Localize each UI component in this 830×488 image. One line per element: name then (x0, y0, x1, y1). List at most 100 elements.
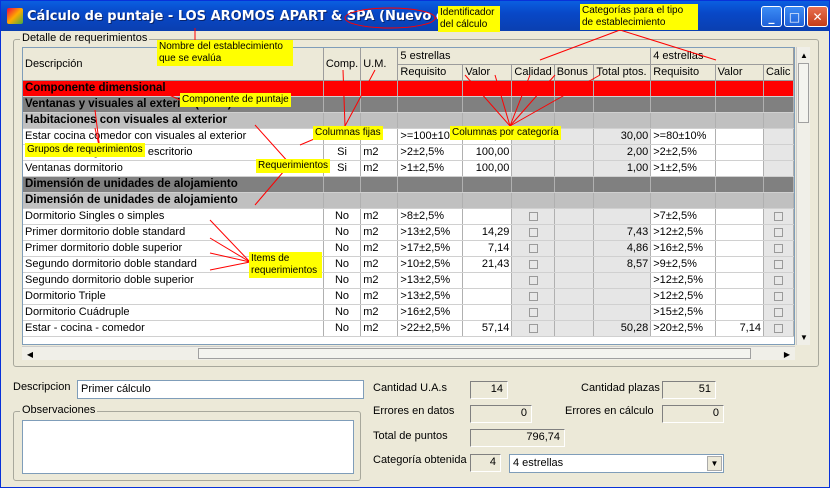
row-valor-2[interactable]: 7,14 (715, 320, 764, 337)
table-row[interactable]: Estar - cocina - comedor No m2 >22±2,5% 57,1… (23, 320, 794, 337)
scroll-up-icon[interactable]: ▲ (798, 49, 810, 61)
horizontal-scroll-thumb[interactable] (198, 348, 751, 359)
row-valor[interactable] (462, 304, 513, 321)
row-valor-2[interactable] (715, 240, 764, 257)
vertical-scrollbar[interactable]: ▲ ▼ (796, 47, 810, 345)
col-requisito[interactable]: Requisito (397, 64, 464, 81)
row-valor[interactable] (462, 208, 513, 225)
maximize-button[interactable]: □ (784, 6, 805, 27)
col-valor[interactable]: Valor (462, 64, 513, 81)
row-calidad-2[interactable] (763, 288, 794, 305)
row-calidad-2[interactable] (763, 128, 794, 145)
row-valor-2[interactable] (715, 272, 764, 289)
calidad-checkbox[interactable] (528, 323, 538, 333)
row-calidad[interactable] (511, 144, 555, 161)
row-valor-2[interactable] (715, 208, 764, 225)
col-total[interactable]: Total ptos. (593, 64, 652, 81)
row-calidad-2[interactable] (763, 144, 794, 161)
row-calidad[interactable] (511, 272, 555, 289)
col-category-5[interactable]: 5 estrellas (397, 48, 652, 65)
row-calidad-2[interactable] (763, 304, 794, 321)
calidad-checkbox[interactable] (528, 211, 538, 221)
requirements-grid[interactable]: Descripción Comp. U.M. 5 estrellas 4 est… (22, 47, 795, 345)
group-row[interactable]: Habitaciones con visuales al exterior (23, 112, 794, 129)
calidad-checkbox[interactable] (773, 323, 783, 333)
row-calidad-2[interactable] (763, 160, 794, 177)
calidad-checkbox[interactable] (528, 307, 538, 317)
col-comp[interactable]: Comp. (323, 48, 362, 81)
minimize-button[interactable]: _ (761, 6, 782, 27)
row-valor-2[interactable] (715, 128, 764, 145)
row-valor-2[interactable] (715, 288, 764, 305)
calidad-checkbox[interactable] (773, 243, 783, 253)
col-valor-2[interactable]: Valor (715, 64, 764, 81)
table-row[interactable]: Dormitorio Singles o simples No m2 >8±2,5% >… (23, 208, 794, 225)
row-valor-2[interactable] (715, 160, 764, 177)
group-row[interactable]: Dimensión de unidades de alojamiento (23, 192, 794, 209)
row-valor-2[interactable] (715, 224, 764, 241)
col-calidad[interactable]: Calidad (511, 64, 555, 81)
row-valor[interactable] (462, 288, 513, 305)
chevron-down-icon[interactable]: ▼ (707, 456, 722, 471)
table-row[interactable]: Segundo dormitorio doble superior No m2 >13… (23, 272, 794, 289)
calidad-checkbox[interactable] (528, 275, 538, 285)
calidad-checkbox[interactable] (773, 307, 783, 317)
row-calidad-2[interactable] (763, 240, 794, 257)
table-row[interactable]: Estar cocina comedor con visuales al ext… (23, 128, 794, 145)
col-requisito-2[interactable]: Requisito (650, 64, 716, 81)
descripcion-input[interactable]: Primer cálculo (77, 380, 364, 399)
calidad-checkbox[interactable] (773, 211, 783, 221)
row-valor[interactable]: 100,00 (462, 144, 513, 161)
component-row[interactable]: Componente dimensional (23, 80, 794, 97)
table-row[interactable]: Primer dormitorio doble superior No m2 >17±… (23, 240, 794, 257)
group-row[interactable]: Dimensión de unidades de alojamiento (23, 176, 794, 193)
row-calidad-2[interactable] (763, 272, 794, 289)
title-bar[interactable]: Cálculo de puntaje - LOS AROMOS APART & … (1, 1, 829, 31)
row-calidad[interactable] (511, 224, 555, 241)
calidad-checkbox[interactable] (773, 259, 783, 269)
calidad-checkbox[interactable] (528, 259, 538, 269)
table-row[interactable]: Dormitorio Triple No m2 >13±2,5% >12±2,5% (23, 288, 794, 305)
row-calidad-2[interactable] (763, 224, 794, 241)
categoria-select[interactable]: 4 estrellas ▼ (509, 454, 724, 473)
row-calidad[interactable] (511, 320, 555, 337)
row-valor[interactable] (462, 272, 513, 289)
calidad-checkbox[interactable] (773, 291, 783, 301)
table-row[interactable]: Dormitorio Cuádruple No m2 >16±2,5% >15±2,5% (23, 304, 794, 321)
row-calidad[interactable] (511, 208, 555, 225)
table-row[interactable]: Segundo dormitorio doble standard No m2 >10… (23, 256, 794, 273)
row-calidad[interactable] (511, 160, 555, 177)
row-valor-2[interactable] (715, 144, 764, 161)
scroll-left-icon[interactable]: ◀ (24, 348, 36, 360)
group-row[interactable]: Ventanas y visuales al exterior (art 5°) (23, 96, 794, 113)
calidad-checkbox[interactable] (773, 227, 783, 237)
row-valor[interactable]: 100,00 (462, 160, 513, 177)
observaciones-textarea[interactable] (22, 420, 354, 474)
row-valor[interactable]: 14,29 (462, 224, 513, 241)
row-calidad[interactable] (511, 240, 555, 257)
scroll-down-icon[interactable]: ▼ (798, 331, 810, 343)
calidad-checkbox[interactable] (773, 275, 783, 285)
col-um[interactable]: U.M. (360, 48, 399, 81)
row-valor-2[interactable] (715, 256, 764, 273)
calidad-checkbox[interactable] (528, 291, 538, 301)
row-calidad[interactable] (511, 288, 555, 305)
row-valor-2[interactable] (715, 304, 764, 321)
col-bonus[interactable]: Bonus (554, 64, 595, 81)
scroll-right-icon[interactable]: ▶ (781, 348, 793, 360)
vertical-scroll-thumb[interactable] (798, 63, 809, 123)
horizontal-scrollbar[interactable]: ◀ ▶ (22, 346, 795, 360)
close-button[interactable]: ✕ (807, 6, 828, 27)
row-calidad[interactable] (511, 256, 555, 273)
col-category-4[interactable]: 4 estrellas (650, 48, 794, 65)
row-valor[interactable]: 57,14 (462, 320, 513, 337)
calidad-checkbox[interactable] (528, 227, 538, 237)
table-row[interactable]: Primer dormitorio doble standard No m2 >13±… (23, 224, 794, 241)
table-row[interactable]: Ventanas dormitorio Si m2 >1±2,5% 100,00 1,00… (23, 160, 794, 177)
col-calidad-2[interactable]: Calic (763, 64, 794, 81)
row-calidad-2[interactable] (763, 208, 794, 225)
row-calidad-2[interactable] (763, 320, 794, 337)
row-calidad[interactable] (511, 304, 555, 321)
calidad-checkbox[interactable] (528, 243, 538, 253)
row-valor[interactable]: 21,43 (462, 256, 513, 273)
